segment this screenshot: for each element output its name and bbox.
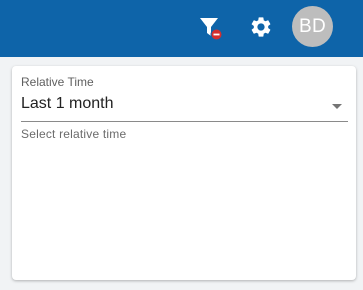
relative-time-label: Relative Time <box>21 75 94 89</box>
relative-time-selected-value: Last 1 month <box>21 95 114 112</box>
clear-filters-button[interactable] <box>196 14 226 42</box>
relative-time-helper-text: Select relative time <box>21 127 127 141</box>
filter-remove-icon <box>200 18 223 41</box>
top-app-bar: BD <box>0 0 363 57</box>
gear-icon <box>251 17 271 37</box>
relative-time-select[interactable]: Last 1 month <box>21 90 348 122</box>
dropdown-arrow-icon <box>332 104 342 109</box>
relative-time-field: Relative Time Last 1 month Select relati… <box>21 74 348 141</box>
settings-button[interactable] <box>246 12 276 42</box>
user-avatar[interactable]: BD <box>292 6 333 47</box>
relative-time-card: Relative Time Last 1 month Select relati… <box>12 66 356 280</box>
